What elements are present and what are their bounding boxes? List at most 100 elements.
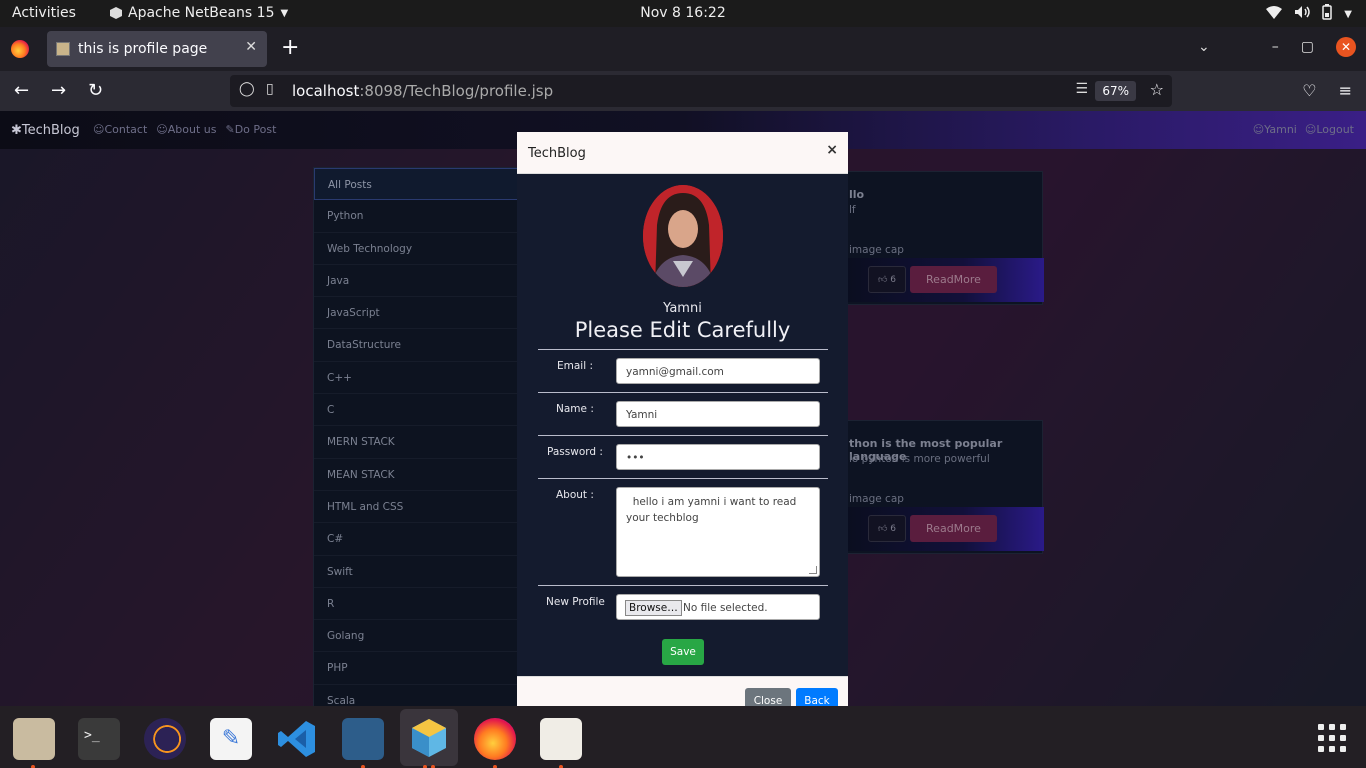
list-all-tabs-icon[interactable]: ⌄ [1198,39,1210,55]
url-text[interactable]: localhost:8098/TechBlog/profile.jsp [292,82,553,100]
name-label: Name : [556,403,594,415]
thumbs-up-icon: 👍︎ [877,524,888,534]
edit-heading: Please Edit Carefully [574,318,791,342]
about-textarea[interactable]: hello i am yamni i want to read your tec… [616,487,820,577]
minimize-icon[interactable]: – [1272,39,1279,55]
category-item[interactable]: JavaScript [314,297,522,330]
browser-nav-bar: ← → ↻ ◯ ▯ localhost:8098/TechBlog/profil… [0,71,1366,111]
new-tab-button[interactable]: + [281,35,299,60]
back-arrow-icon[interactable]: ← [14,80,29,101]
reload-icon[interactable]: ↻ [88,80,103,101]
profile-name: Yamni [663,301,702,316]
read-more-button[interactable]: ReadMore [910,266,997,293]
category-item[interactable]: R [314,588,522,621]
new-profile-label: New Profile [546,596,605,608]
site-brand[interactable]: ✱TechBlog [11,123,80,138]
reader-view-icon[interactable]: ☰ [1075,81,1088,97]
zoom-level[interactable]: 67% [1095,81,1136,101]
tab-title: this is profile page [78,41,208,57]
modal-footer: Close Back [517,676,848,706]
category-item[interactable]: C++ [314,362,522,395]
email-field[interactable]: yamni@gmail.com [616,358,820,384]
files-icon[interactable] [13,718,55,760]
category-item[interactable]: Golang [314,620,522,653]
vscode-icon[interactable] [276,718,318,760]
divider [538,585,828,586]
resize-grip-icon[interactable] [809,566,817,574]
user-icon: ☺ [156,123,168,136]
terminal-icon[interactable]: >_ [78,718,120,760]
category-item[interactable]: Python [314,200,522,233]
url-bar[interactable]: ◯ ▯ localhost:8098/TechBlog/profile.jsp … [230,75,1172,107]
category-item[interactable]: MEAN STACK [314,459,522,491]
back-button[interactable]: Back [796,688,838,706]
password-label: Password : [547,446,603,458]
favicon-icon [56,42,70,56]
category-item[interactable]: Swift [314,556,522,588]
about-text: hello i am yamni i want to read your tec… [626,496,800,524]
post-footer: 👍︎ 6 ReadMore [841,258,1044,302]
category-list: All Posts Python Web Technology Java Jav… [313,167,523,706]
profile-file-input[interactable]: Browse… No file selected. [616,594,820,620]
category-item[interactable]: Java [314,265,522,298]
category-item[interactable]: Scala [314,685,522,706]
nav-logout[interactable]: ☺Logout [1305,123,1354,136]
page-icon[interactable]: ▯ [266,81,274,97]
forward-arrow-icon[interactable]: → [51,80,66,101]
close-window-icon[interactable]: ✕ [1336,37,1356,57]
read-more-button[interactable]: ReadMore [910,515,997,542]
browser-tab-bar: this is profile page ✕ + ⌄ – ▢ ✕ [0,27,1366,71]
nav-do-post[interactable]: ✎Do Post [225,123,276,136]
divider [538,392,828,393]
nav-user[interactable]: ☺Yamni [1253,123,1297,136]
system-tray[interactable]: ▼ [1266,4,1352,24]
netbeans-dock-icon[interactable] [400,709,458,766]
clock[interactable]: Nov 8 16:22 [0,5,1366,21]
like-button[interactable]: 👍︎ 6 [868,515,906,542]
user-icon: ☺ [1304,123,1317,136]
modal-title: TechBlog [528,146,586,161]
browser-tab[interactable]: this is profile page ✕ [47,31,267,67]
shield-icon[interactable]: ◯ [239,81,255,97]
nav-about[interactable]: ☺About us [156,123,216,136]
thumbs-up-icon: 👍︎ [877,275,888,285]
close-icon[interactable]: × [826,142,838,158]
category-item[interactable]: DataStructure [314,329,522,362]
modal-header: TechBlog × [517,132,848,174]
text-editor-icon[interactable]: ✎ [210,718,252,760]
category-item[interactable]: PHP [314,652,522,685]
eclipse-icon[interactable] [144,718,186,760]
category-item[interactable]: MERN STACK [314,426,522,459]
battery-icon [1322,4,1333,24]
firefox-dock-icon[interactable] [474,718,516,760]
category-item[interactable]: C [314,394,522,427]
show-apps-icon[interactable] [1318,724,1346,752]
nav-contact[interactable]: ☺Contact [93,123,147,136]
mysql-workbench-icon[interactable] [342,718,384,760]
email-label: Email : [557,360,594,372]
divider [538,349,828,350]
post-title: llo [849,188,865,201]
save-button[interactable]: Save [662,639,704,665]
close-button[interactable]: Close [745,688,791,706]
divider [538,478,828,479]
user-circle-icon: ☺ [1252,123,1265,136]
bookmark-star-icon[interactable]: ☆ [1150,80,1164,99]
pocket-icon[interactable]: ♡ [1302,81,1316,100]
system-top-bar: Activities Apache NetBeans 15 ▼ Nov 8 16… [0,0,1366,27]
browse-button[interactable]: Browse… [625,600,682,616]
category-item[interactable]: HTML and CSS [314,491,522,524]
close-tab-icon[interactable]: ✕ [245,39,257,55]
category-item[interactable]: C# [314,523,522,556]
menu-icon[interactable]: ≡ [1339,81,1352,100]
maximize-icon[interactable]: ▢ [1301,39,1314,55]
window-controls: ⌄ – ▢ ✕ [1198,37,1356,57]
category-item[interactable]: All Posts [314,168,522,201]
category-item[interactable]: Web Technology [314,233,522,265]
like-button[interactable]: 👍︎ 6 [868,266,906,293]
post-image-caption: image cap [849,244,904,256]
document-viewer-icon[interactable] [540,718,582,760]
password-field[interactable]: ••• [616,444,820,470]
file-status: No file selected. [683,602,768,614]
name-field[interactable]: Yamni [616,401,820,427]
